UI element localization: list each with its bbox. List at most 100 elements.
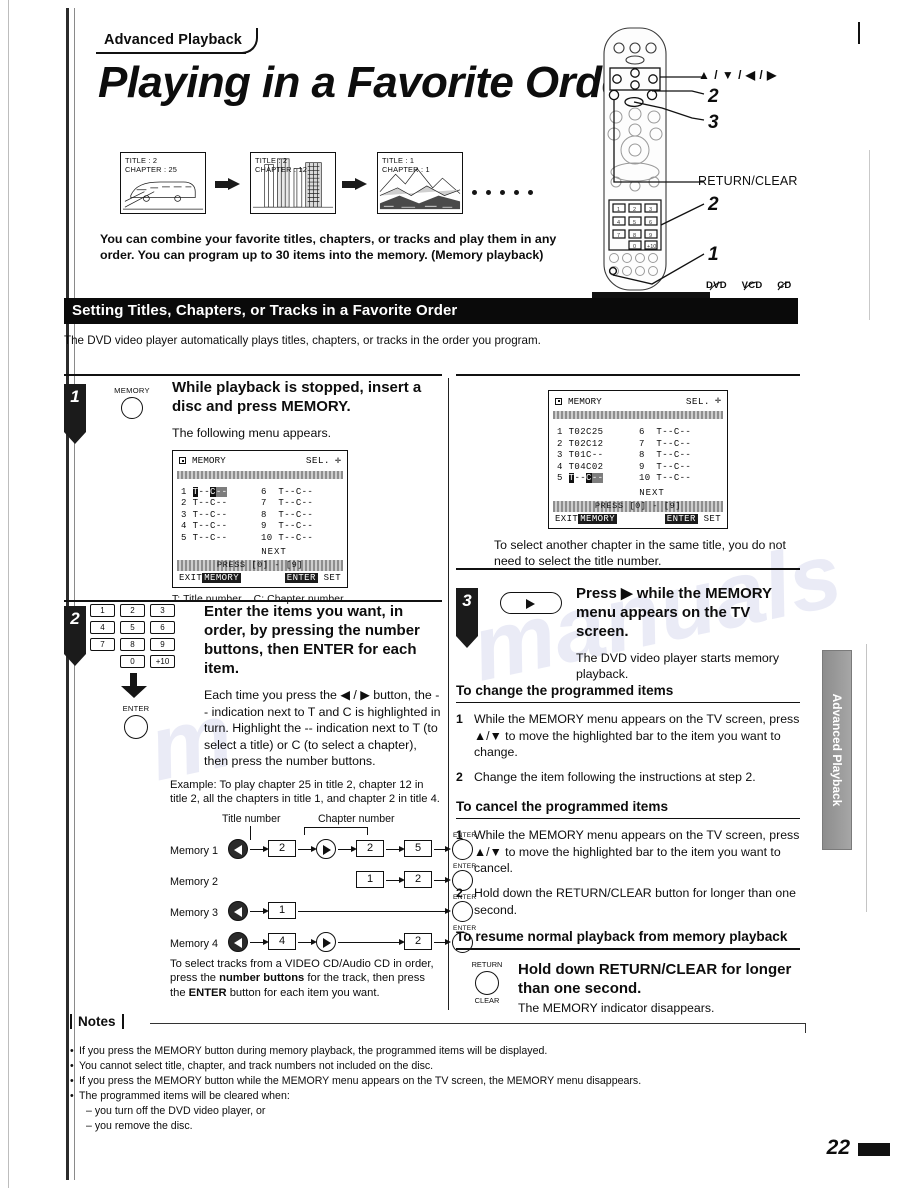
- osd1-grid: 1 T--C-- 2 T--C-- 3 T--C-- 4 T--C-- 5 T-…: [173, 481, 347, 547]
- svg-text:0: 0: [633, 244, 636, 250]
- tv1-title: TITLE : 2: [125, 156, 158, 165]
- step-1-number: 1: [64, 384, 86, 410]
- step-1-body: The following menu appears.: [172, 426, 332, 440]
- osd1-row: 10 T--C--: [261, 532, 314, 543]
- track-note-part3: button for each item you want.: [226, 987, 380, 1000]
- osd1-col-right: 6 T--C-- 7 T--C-- 8 T--C-- 9 T--C-- 10 T…: [261, 487, 341, 545]
- breadcrumb-label: Advanced Playback: [104, 32, 242, 48]
- memory-row-3-label: Memory 3: [170, 906, 218, 919]
- tv-screen-3: TITLE : 1 CHAPTER : 1: [377, 152, 463, 214]
- column-divider: [448, 378, 449, 1010]
- cancel-item-1: 1 While the MEMORY menu appears on the T…: [456, 827, 800, 876]
- cancel-item-1-text: While the MEMORY menu appears on the TV …: [474, 828, 800, 875]
- tv-screen-2-osd: TITLE : 2 CHAPTER : 12: [255, 156, 307, 175]
- right-column-top-rule: [456, 374, 800, 376]
- memory-1-chapter-key-2: 5: [404, 839, 432, 857]
- change-item-1-text: While the MEMORY menu appears on the TV …: [474, 712, 800, 759]
- key-3: 3: [150, 604, 175, 617]
- tv-screen-3-osd: TITLE : 1 CHAPTER : 1: [382, 156, 430, 175]
- memory-2-chapter-key-2: 2: [404, 870, 432, 888]
- note-item: • The programmed items will be cleared wh…: [70, 1090, 290, 1102]
- step-2-number-marker: 2: [64, 606, 86, 666]
- intro-paragraph: You can combine your favorite titles, ch…: [100, 232, 557, 263]
- osd1-sel-label: SEL.: [305, 455, 330, 466]
- step-2-heading: Enter the items you want, in order, by p…: [204, 603, 420, 677]
- osd1-row: 3 T--C--: [181, 509, 228, 520]
- change-item-2-number: 2: [456, 770, 463, 785]
- osd1-exit-label: EXIT: [179, 573, 203, 584]
- svg-text:9: 9: [649, 233, 652, 239]
- step-3-body: The DVD video player starts memory playb…: [576, 650, 780, 682]
- tv3-title: TITLE : 1: [382, 156, 415, 165]
- side-tab-label: Advanced Playback: [830, 693, 844, 807]
- notes-header: Notes: [64, 1014, 806, 1036]
- memory-row-2-label: Memory 2: [170, 875, 218, 888]
- step-3-number-marker: 3: [456, 587, 478, 648]
- memory-4-title-key: 4: [268, 932, 296, 950]
- binding-rule-outer: [8, 0, 9, 1188]
- svg-text:+10: +10: [647, 244, 656, 250]
- memory-4-chapter-key-1: 2: [404, 932, 432, 950]
- svg-text:1: 1: [617, 207, 620, 213]
- disc-type-badges: DVD VCD CD: [706, 280, 816, 291]
- clear-label: CLEAR: [474, 995, 500, 1005]
- tv3-chapter: CHAPTER : 1: [382, 165, 430, 175]
- osd2-row: 4 T04C02: [557, 461, 604, 472]
- section-title-bar: Setting Titles, Chapters, or Tracks in a…: [64, 298, 798, 324]
- step-2-number: 2: [64, 606, 86, 632]
- memory-1-title-key: 2: [268, 839, 296, 857]
- right-arrow-button-4-icon: [316, 931, 336, 952]
- memory-button-icon: MEMORY: [104, 386, 160, 419]
- step-3: 3 Press ▶ while the MEMORY menu appears …: [456, 584, 800, 681]
- svg-text:3: 3: [649, 207, 652, 213]
- badge-vcd: VCD: [741, 280, 763, 291]
- osd1-footer: EXIT MEMORY ENTER SET: [173, 571, 347, 587]
- page-number-bar: [858, 1143, 890, 1156]
- change-item-2: 2 Change the item following the instruct…: [456, 769, 800, 785]
- manual-page: manuals m Advanced Playback Playing in a…: [0, 0, 918, 1188]
- tv2-chapter: CHAPTER : 12: [255, 165, 308, 175]
- key-1: 1: [90, 604, 115, 617]
- svg-text:4: 4: [617, 220, 620, 226]
- step-2-example: Example: To play chapter 25 in title 2, …: [170, 778, 440, 806]
- osd1-band: [177, 470, 343, 479]
- memory-1-chapter-key-1: 2: [356, 839, 384, 857]
- key-6: 6: [150, 621, 175, 634]
- osd2-col-left: 1 T02C25 2 T02C12 3 T01C-- 4 T04C02 5 T-…: [557, 427, 639, 485]
- osd2-row: 8 T--C--: [639, 450, 692, 461]
- memory-2-chapter-key-1: 1: [356, 870, 384, 888]
- resume-section-heading: To resume normal playback from memory pl…: [456, 929, 788, 945]
- osd2-footer: EXIT MEMORY ENTER SET: [549, 512, 727, 528]
- osd1-col-left: 1 T--C-- 2 T--C-- 3 T--C-- 4 T--C-- 5 T-…: [181, 486, 261, 545]
- osd2-row: 1 T02C25: [557, 427, 604, 437]
- osd1-row: 4 T--C--: [181, 521, 228, 532]
- osd2-row: 6 T--C--: [639, 427, 692, 437]
- right-column: MEMORY SEL. ✛ 1 T02C25 2 T02C12 3 T01C--…: [456, 374, 800, 1016]
- chapter-number-label: Chapter number: [318, 812, 395, 825]
- edge-dashed-rule: [869, 150, 870, 320]
- osd1-exit-chip: MEMORY: [202, 573, 242, 584]
- osd1-row: 5 T--C--: [181, 532, 228, 543]
- osd2-row-highlighted: 5 T--C--: [557, 473, 604, 484]
- badge-cd: CD: [777, 280, 792, 291]
- key-plus10: +10: [150, 655, 175, 668]
- osd1-label: MEMORY: [192, 455, 226, 466]
- osd1-press-hint: PRESS [0] - [9]: [177, 560, 343, 572]
- left-arrow-button-1-icon: [228, 838, 248, 859]
- ellipsis-dots-icon: [472, 182, 542, 200]
- key-5: 5: [120, 621, 145, 634]
- change-item-1-number: 1: [456, 712, 463, 727]
- memory-menu-osd-1: MEMORY SEL. ✛ 1 T--C-- 2 T--C-- 3 T--C--…: [172, 449, 348, 589]
- osd2-dpad-icon: ✛: [714, 396, 721, 407]
- remote-callout-2a: 2: [708, 86, 719, 107]
- key-7: 7: [90, 638, 115, 651]
- edge-tick-mark: [858, 22, 860, 44]
- osd1-titlebar: MEMORY SEL. ✛: [173, 451, 347, 469]
- osd2-row: 9 T--C--: [639, 461, 692, 472]
- side-tab: Advanced Playback: [822, 650, 852, 850]
- track-selection-note: To select tracks from a VIDEO CD/Audio C…: [170, 957, 442, 1001]
- track-note-bold2: ENTER: [188, 987, 227, 1000]
- osd1-row: 1 T--C--: [181, 486, 228, 497]
- osd2-next-label: NEXT: [639, 487, 665, 498]
- osd2-row: 2 T02C12: [557, 438, 604, 449]
